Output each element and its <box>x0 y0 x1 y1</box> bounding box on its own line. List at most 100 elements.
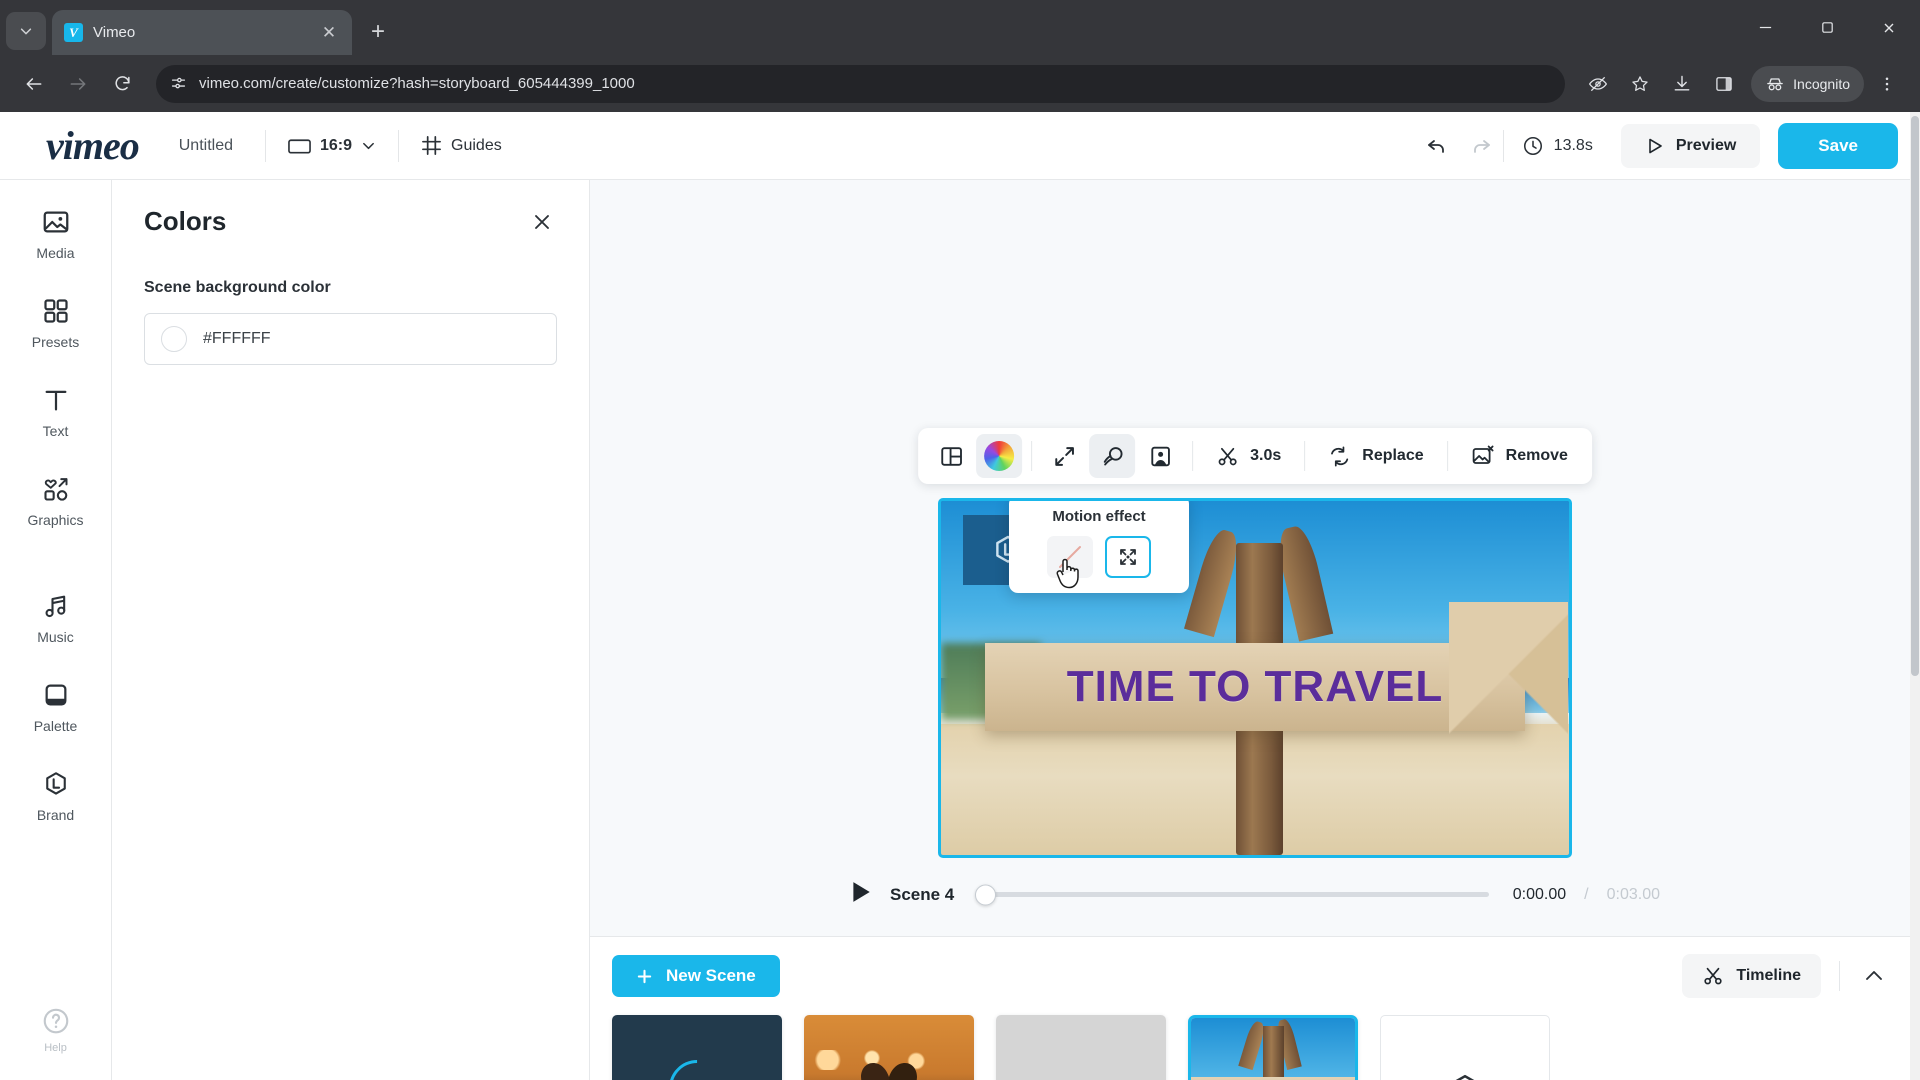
close-icon <box>535 214 549 229</box>
scene-card-4[interactable]: ME TO TRAVE 00:03 <box>1188 1015 1358 1080</box>
panel-header: Colors <box>144 206 557 237</box>
image-icon <box>41 206 71 238</box>
layout-button[interactable] <box>928 434 974 478</box>
incognito-indicator[interactable]: Incognito <box>1751 65 1864 102</box>
scene-card-3[interactable]: 00:03 <box>996 1015 1166 1080</box>
project-title[interactable]: Untitled <box>179 137 233 155</box>
close-icon <box>1884 23 1894 32</box>
scene-canvas[interactable]: TIME TO TRAVEL Motion effect <box>938 498 1572 858</box>
focus-subject-icon <box>1150 446 1170 466</box>
sidebar-item-presets[interactable]: Presets <box>0 295 111 350</box>
eye-off-icon <box>1589 76 1608 91</box>
motion-effect-button[interactable] <box>1089 434 1136 478</box>
guides-button[interactable]: Guides <box>399 126 524 166</box>
wooden-sign: TIME TO TRAVEL <box>984 602 1569 772</box>
trim-duration-label: 3.0s <box>1250 447 1282 464</box>
download-icon <box>1674 75 1690 91</box>
save-button[interactable]: Save <box>1778 122 1898 169</box>
sidebar-item-text[interactable]: Text <box>0 384 111 439</box>
tab-search-button[interactable] <box>6 12 46 50</box>
add-brand-card[interactable]: Add brand <box>1380 1015 1550 1080</box>
side-panel-icon <box>1716 76 1732 91</box>
tab-title: Vimeo <box>93 24 136 41</box>
back-button[interactable] <box>14 64 54 104</box>
scrub-handle[interactable] <box>975 884 997 905</box>
save-label: Save <box>1818 135 1858 155</box>
grid-icon <box>422 136 441 155</box>
clock-icon <box>1523 136 1542 155</box>
vimeo-logo[interactable]: vimeo <box>22 122 140 169</box>
redo-button[interactable] <box>1459 124 1503 168</box>
sidebar-item-graphics[interactable]: Graphics <box>0 473 111 528</box>
replace-button[interactable]: Replace <box>1314 434 1437 478</box>
play-button[interactable] <box>850 880 872 909</box>
timeline-toggle-button[interactable]: Timeline <box>1682 954 1821 998</box>
site-settings-icon[interactable] <box>170 75 187 92</box>
sidebar-item-music[interactable]: Music <box>0 590 111 645</box>
new-tab-button[interactable]: + <box>360 14 396 50</box>
scissors-icon <box>1704 967 1722 985</box>
scene-thumbnail-4: ME TO TRAVE <box>1191 1018 1355 1080</box>
address-bar[interactable]: vimeo.com/create/customize?hash=storyboa… <box>156 64 1566 103</box>
preview-button[interactable]: Preview <box>1620 123 1761 168</box>
play-triangle-icon <box>1649 138 1662 153</box>
timeline-collapse-button[interactable] <box>1858 960 1890 992</box>
color-swatch[interactable] <box>161 326 187 352</box>
current-scene-label: Scene 4 <box>890 884 955 904</box>
focus-subject-button[interactable] <box>1137 434 1183 478</box>
play-triangle-icon <box>853 882 870 902</box>
page-scrollbar[interactable] <box>1910 112 1920 1080</box>
graphics-shapes-icon <box>42 473 70 505</box>
tab-close-button[interactable]: ✕ <box>318 23 340 43</box>
scene-background-color-field[interactable]: #FFFFFF <box>144 313 557 365</box>
question-circle-icon <box>43 1008 68 1034</box>
reload-button[interactable] <box>102 64 142 104</box>
scene-card-1[interactable]: 00:03 <box>612 1015 782 1080</box>
toolbar-divider-1 <box>1031 441 1033 471</box>
help-button[interactable]: Help <box>41 1006 71 1054</box>
window-maximize-button[interactable] <box>1796 0 1858 55</box>
panel-close-button[interactable] <box>527 207 557 237</box>
scrollbar-thumb[interactable] <box>1911 116 1919 676</box>
sidebar-label-brand: Brand <box>36 807 75 823</box>
tab-strip: V Vimeo ✕ + <box>0 0 1920 55</box>
new-scene-button[interactable]: New Scene <box>612 955 780 997</box>
resize-button[interactable] <box>1041 434 1087 478</box>
browser-menu-button[interactable] <box>1868 65 1906 103</box>
sidebar-label-palette: Palette <box>33 718 78 734</box>
scene-canvas-wrapper: TIME TO TRAVEL Motion effect <box>938 498 1572 858</box>
window-close-button[interactable] <box>1858 0 1920 55</box>
colors-button[interactable] <box>976 434 1023 478</box>
browser-tab-vimeo[interactable]: V Vimeo ✕ <box>52 10 352 55</box>
colors-panel: Colors Scene background color #FFFFFF <box>112 180 590 1080</box>
motion-effect-icon <box>1103 446 1123 465</box>
forward-button[interactable] <box>58 64 98 104</box>
loading-spinner-icon <box>657 1048 737 1080</box>
window-minimize-button[interactable] <box>1734 0 1796 55</box>
new-scene-label: New Scene <box>666 966 756 985</box>
palette-icon <box>42 679 70 711</box>
sidebar-item-palette[interactable]: Palette <box>0 679 111 734</box>
scene-card-2[interactable]: 00:05 <box>804 1015 974 1080</box>
app-header: vimeo Untitled 16:9 Guides 13.8s Preview… <box>0 112 1920 180</box>
duration-value: 13.8s <box>1553 136 1593 154</box>
tracking-protection-button[interactable] <box>1579 65 1617 103</box>
aspect-ratio-selector[interactable]: 16:9 <box>266 126 398 166</box>
motion-zoom-option[interactable] <box>1105 536 1151 578</box>
concert-image <box>804 1015 974 1080</box>
panel-title: Colors <box>144 206 227 236</box>
sidebar-item-media[interactable]: Media <box>0 206 111 261</box>
undo-button[interactable] <box>1415 124 1459 168</box>
scene-thumbnail-2 <box>804 1015 974 1080</box>
color-wheel-icon <box>984 441 1015 471</box>
sidebar-item-brand[interactable]: Brand <box>0 768 111 823</box>
downloads-button[interactable] <box>1663 65 1701 103</box>
brand-hex-icon <box>42 768 70 800</box>
bookmark-button[interactable] <box>1621 65 1659 103</box>
scrub-bar[interactable] <box>975 884 1489 905</box>
trim-button[interactable]: 3.0s <box>1202 434 1295 478</box>
remove-label: Remove <box>1505 447 1568 464</box>
side-panel-button[interactable] <box>1705 65 1743 103</box>
remove-button[interactable]: Remove <box>1457 434 1582 478</box>
scene-thumbnail-1 <box>612 1015 782 1080</box>
